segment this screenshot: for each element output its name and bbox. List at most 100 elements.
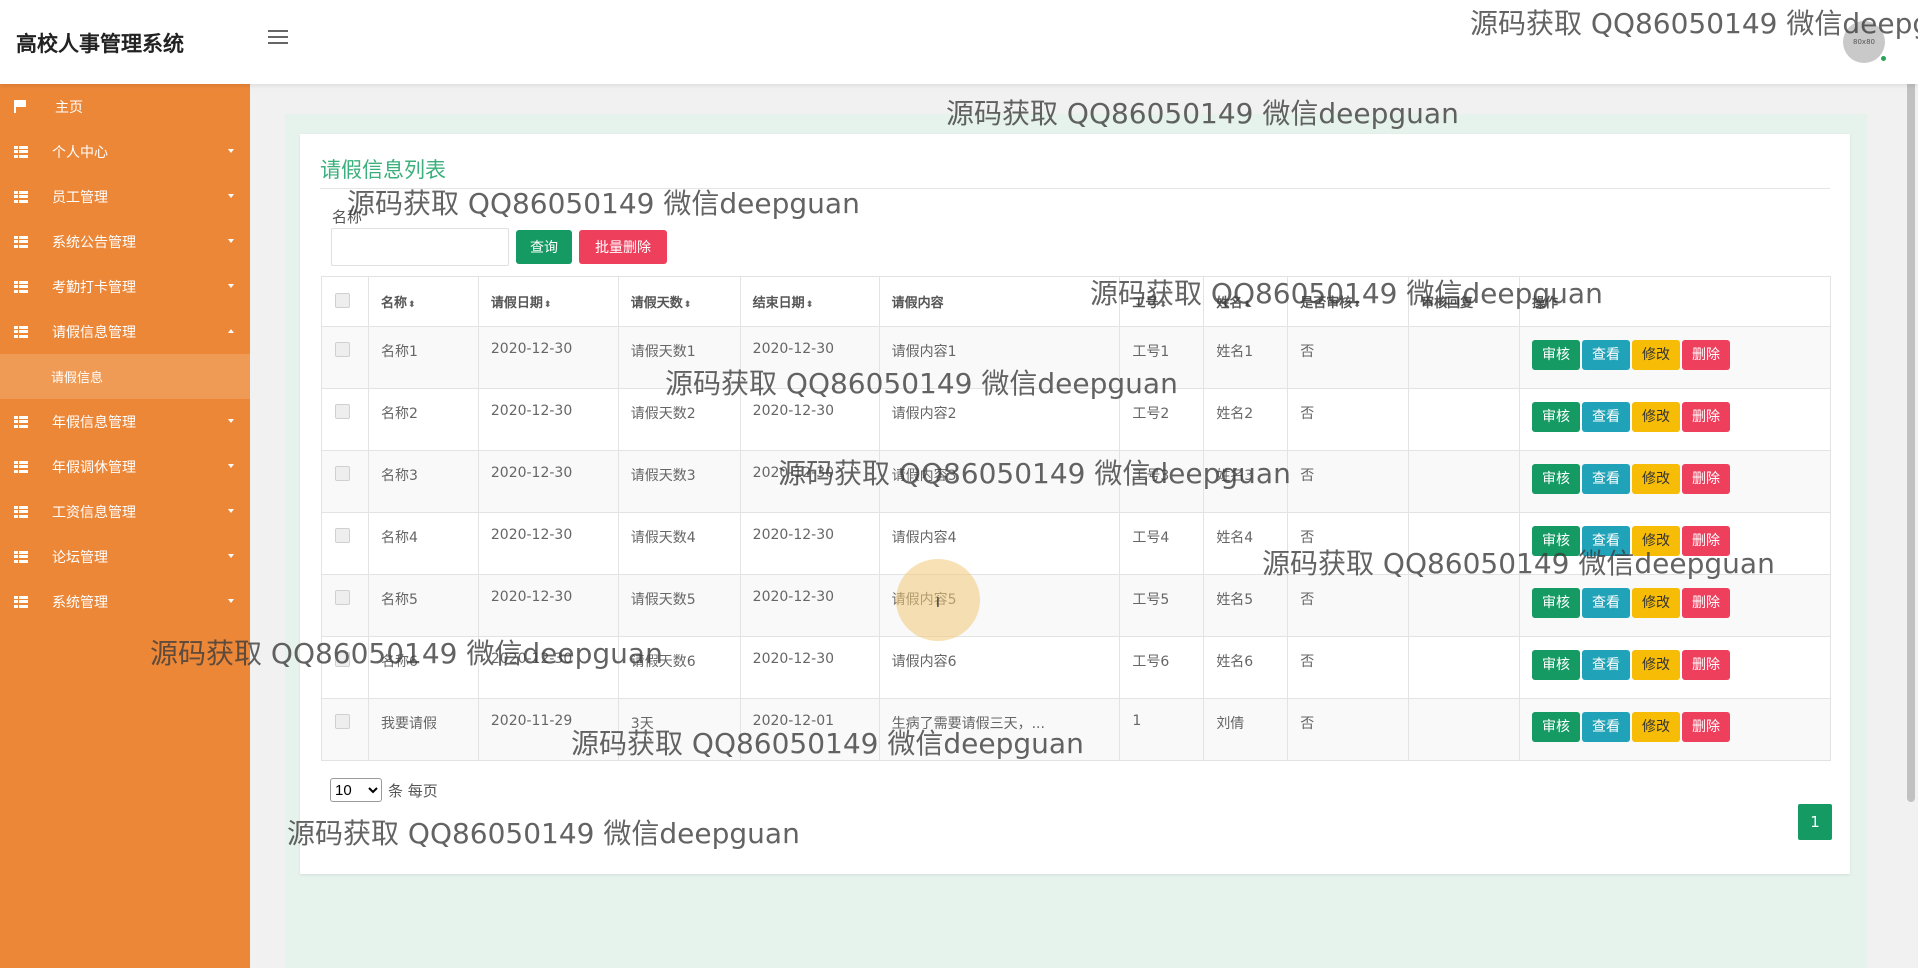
- view-button[interactable]: 查看: [1582, 650, 1631, 680]
- edit-button[interactable]: 修改: [1632, 650, 1681, 680]
- table-cell: 2020-12-30: [477, 450, 619, 513]
- delete-button[interactable]: 删除: [1682, 526, 1731, 556]
- sidebar-item-label: 主页: [55, 99, 83, 116]
- view-button[interactable]: 查看: [1582, 588, 1631, 618]
- app-title: 高校人事管理系统: [16, 32, 184, 56]
- sidebar-item-label: 系统公告管理: [52, 234, 136, 251]
- sidebar-subitem-leave-info[interactable]: 请假信息: [0, 354, 250, 399]
- table-cell: 否: [1287, 326, 1410, 389]
- select-all-checkbox[interactable]: [335, 292, 350, 308]
- menu-toggle-icon[interactable]: [268, 30, 288, 46]
- delete-button[interactable]: 删除: [1682, 464, 1731, 494]
- edit-button[interactable]: 修改: [1632, 712, 1681, 742]
- view-button[interactable]: 查看: [1582, 402, 1631, 432]
- audit-button[interactable]: 审核: [1532, 526, 1581, 556]
- table-row: 名称3 2020-12-30 请假天数3 2020-12-30 请假内容3 工号3 姓名3 否…: [321, 450, 1831, 513]
- sidebar-item-leave-swap-management[interactable]: 年假调休管理: [0, 444, 250, 489]
- delete-button[interactable]: 删除: [1682, 588, 1731, 618]
- sidebar-item-employee-management[interactable]: 员工管理: [0, 174, 250, 219]
- row-checkbox[interactable]: [335, 590, 350, 605]
- column-header-label: 名称: [380, 296, 407, 311]
- sidebar-item-announcement-management[interactable]: 系统公告管理: [0, 219, 250, 264]
- table-cell: 2020-12-30: [739, 636, 880, 699]
- scrollbar-thumb[interactable]: [1907, 2, 1915, 802]
- row-actions-cell: 审核 查看 修改 删除: [1519, 636, 1831, 699]
- table-cell: 1: [1119, 698, 1205, 761]
- edit-button[interactable]: 修改: [1632, 526, 1681, 556]
- column-header: 操作: [1519, 276, 1831, 327]
- page-number-button[interactable]: 1: [1798, 804, 1832, 840]
- query-button[interactable]: 查询: [516, 230, 572, 264]
- sidebar-item-forum-management[interactable]: 论坛管理: [0, 534, 250, 579]
- column-header[interactable]: 请假天数⬍: [617, 276, 741, 327]
- avatar[interactable]: 80x80: [1843, 21, 1887, 63]
- table-cell: [1408, 512, 1521, 575]
- view-button[interactable]: 查看: [1582, 464, 1631, 494]
- search-input[interactable]: [331, 228, 509, 266]
- chevron-down-icon: [228, 554, 234, 558]
- row-checkbox[interactable]: [335, 466, 350, 481]
- delete-button[interactable]: 删除: [1682, 712, 1731, 742]
- row-checkbox[interactable]: [335, 652, 350, 667]
- table-cell: 工号2: [1119, 388, 1205, 451]
- table-cell: 名称3: [367, 450, 479, 513]
- column-header[interactable]: 名称⬍: [367, 276, 479, 327]
- grid-icon: [14, 550, 28, 563]
- audit-button[interactable]: 审核: [1532, 464, 1581, 494]
- edit-button[interactable]: 修改: [1632, 464, 1681, 494]
- table-cell: 姓名2: [1203, 388, 1289, 451]
- view-button[interactable]: 查看: [1582, 712, 1631, 742]
- row-checkbox[interactable]: [335, 342, 350, 357]
- row-select-cell: [321, 574, 369, 637]
- vertical-scrollbar[interactable]: [1904, 0, 1918, 968]
- sort-icon[interactable]: ⬍: [1243, 300, 1251, 310]
- sidebar-item-annual-leave-management[interactable]: 年假信息管理: [0, 399, 250, 444]
- sidebar-item-system-management[interactable]: 系统管理: [0, 579, 250, 624]
- row-checkbox[interactable]: [335, 404, 350, 419]
- delete-button[interactable]: 删除: [1682, 340, 1731, 370]
- sort-icon[interactable]: ⬍: [408, 300, 416, 310]
- table-cell: 请假内容5: [878, 574, 1121, 637]
- online-status-icon: [1880, 55, 1887, 62]
- delete-button[interactable]: 删除: [1682, 402, 1731, 432]
- page-size-select[interactable]: 10: [330, 778, 382, 802]
- edit-button[interactable]: 修改: [1632, 402, 1681, 432]
- table-cell: 请假天数1: [617, 326, 741, 389]
- audit-button[interactable]: 审核: [1532, 402, 1581, 432]
- search-label: 名称: [332, 208, 363, 226]
- column-header[interactable]: 是否审核⬍: [1287, 276, 1410, 327]
- audit-button[interactable]: 审核: [1532, 712, 1581, 742]
- column-header[interactable]: 姓名⬍: [1203, 276, 1289, 327]
- audit-button[interactable]: 审核: [1532, 340, 1581, 370]
- sidebar-item-salary-management[interactable]: 工资信息管理: [0, 489, 250, 534]
- sort-icon[interactable]: ⬍: [1353, 300, 1361, 310]
- sort-icon[interactable]: ⬍: [1159, 300, 1167, 310]
- page-title: 请假信息列表: [320, 158, 446, 182]
- row-checkbox[interactable]: [335, 714, 350, 729]
- sort-icon[interactable]: ⬍: [684, 300, 692, 310]
- sidebar-item-attendance-management[interactable]: 考勤打卡管理: [0, 264, 250, 309]
- edit-button[interactable]: 修改: [1632, 588, 1681, 618]
- sidebar-item-leave-management[interactable]: 请假信息管理: [0, 309, 250, 354]
- column-header[interactable]: 结束日期⬍: [739, 276, 880, 327]
- page-size-control: 10 条 每页: [330, 778, 438, 802]
- audit-button[interactable]: 审核: [1532, 588, 1581, 618]
- sidebar-item-home[interactable]: 主页: [0, 84, 250, 129]
- view-button[interactable]: 查看: [1582, 340, 1631, 370]
- sort-icon[interactable]: ⬍: [544, 300, 552, 310]
- view-button[interactable]: 查看: [1582, 526, 1631, 556]
- table-cell: 姓名3: [1203, 450, 1289, 513]
- column-header[interactable]: 请假日期⬍: [477, 276, 619, 327]
- delete-button[interactable]: 删除: [1682, 650, 1731, 680]
- edit-button[interactable]: 修改: [1632, 340, 1681, 370]
- sidebar-item-label: 请假信息管理: [52, 324, 136, 341]
- table-cell: 请假天数2: [617, 388, 741, 451]
- sidebar-item-personal-center[interactable]: 个人中心: [0, 129, 250, 174]
- column-header[interactable]: 工号⬍: [1119, 276, 1205, 327]
- audit-button[interactable]: 审核: [1532, 650, 1581, 680]
- sidebar-item-label: 年假信息管理: [52, 414, 136, 431]
- table-cell: 否: [1287, 388, 1410, 451]
- row-checkbox[interactable]: [335, 528, 350, 543]
- sort-icon[interactable]: ⬍: [806, 300, 814, 310]
- batch-delete-button[interactable]: 批量删除: [579, 230, 667, 264]
